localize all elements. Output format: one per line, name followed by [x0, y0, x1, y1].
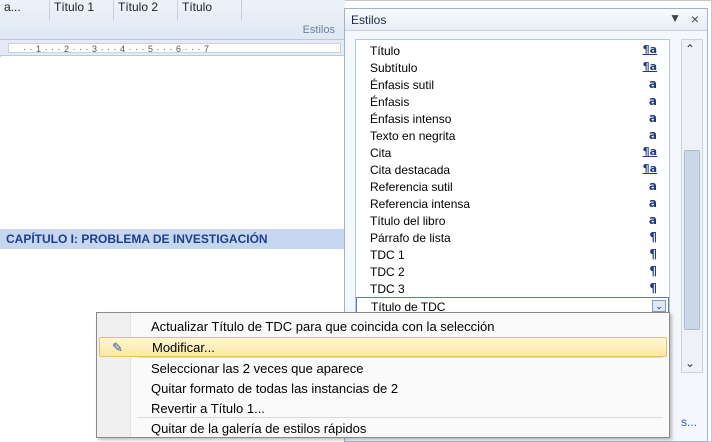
gallery-item-titulo-1[interactable]: Título 1 [50, 0, 114, 20]
ruler-marks: · · 1 · · · 2 · · · 3 · · · 4 · · · 5 · … [23, 44, 210, 54]
character-style-icon: a [648, 179, 657, 193]
close-icon[interactable]: × [691, 11, 699, 27]
style-item-label: Cita [370, 146, 392, 160]
menu-item[interactable]: Actualizar Título de TDC para que coinci… [99, 317, 667, 337]
style-item[interactable]: Referencia intensa a [356, 195, 669, 212]
style-item[interactable]: Texto en negrita a [356, 127, 669, 144]
character-style-icon: a [648, 94, 657, 108]
style-item[interactable]: TDC 3 ¶ [356, 280, 669, 297]
style-item[interactable]: Énfasis sutil a [356, 76, 669, 93]
style-item-label: Énfasis sutil [370, 78, 435, 92]
style-item-label: Referencia sutil [370, 180, 453, 194]
scroll-thumb[interactable] [684, 150, 700, 330]
style-item[interactable]: TDC 2 ¶ [356, 263, 669, 280]
character-style-icon: a [648, 111, 657, 125]
character-style-icon: a [648, 213, 657, 227]
horizontal-ruler[interactable]: · · 1 · · · 2 · · · 3 · · · 4 · · · 5 · … [0, 40, 345, 56]
style-item-label: Subtítulo [370, 61, 418, 75]
scroll-down-icon[interactable]: ⌄ [685, 356, 695, 370]
modify-icon: ✎ [112, 340, 123, 355]
style-item[interactable]: Énfasis a [356, 93, 669, 110]
linked-style-icon: ¶a [642, 145, 657, 158]
style-item-label: Título [370, 44, 401, 58]
character-style-icon: a [648, 128, 657, 142]
style-item[interactable]: Cita destacada ¶a [356, 161, 669, 178]
style-dropdown-button[interactable]: ⌄ [652, 300, 666, 312]
linked-style-icon: ¶a [642, 162, 657, 175]
menu-item-label: Quitar de la galería de estilos rápidos [151, 421, 367, 436]
menu-item[interactable]: Quitar de la galería de estilos rápidos [99, 419, 667, 439]
menu-separator [137, 357, 663, 358]
ribbon-group-label: Estilos [302, 24, 335, 36]
style-item-label: Cita destacada [370, 163, 451, 177]
style-item[interactable]: Referencia sutil a [356, 178, 669, 195]
style-item[interactable]: Subtítulo ¶a [356, 59, 669, 76]
gallery-item-1[interactable]: a... [0, 0, 50, 20]
menu-item-label: Seleccionar las 2 veces que aparece [151, 361, 364, 376]
pane-options-icon[interactable]: ▼ [669, 11, 681, 25]
styles-pane-title: Estilos [351, 13, 387, 27]
style-item[interactable]: Título del libro a [356, 212, 669, 229]
style-item-label: TDC 1 [370, 248, 405, 262]
selected-heading[interactable]: CAPÍTULO I: PROBLEMA DE INVESTIGACIÓN [0, 229, 345, 249]
ruler-bar: · · 1 · · · 2 · · · 3 · · · 4 · · · 5 · … [8, 43, 341, 54]
styles-scrollbar[interactable]: ⌃ ⌄ [681, 39, 703, 373]
style-item[interactable]: Énfasis intenso a [356, 110, 669, 127]
character-style-icon: a [648, 77, 657, 91]
paragraph-style-icon: ¶ [649, 247, 657, 261]
style-item[interactable]: Título ¶a [356, 42, 669, 59]
menu-item[interactable]: Seleccionar las 2 veces que aparece [99, 359, 667, 379]
menu-item-label: Actualizar Título de TDC para que coinci… [151, 319, 495, 334]
style-item-label: Referencia intensa [370, 197, 471, 211]
paragraph-style-icon: ¶ [649, 264, 657, 278]
style-item-label: Texto en negrita [370, 129, 456, 143]
menu-item-label: Revertir a Título 1... [151, 401, 265, 416]
styles-pane-header: Estilos ▼ × [345, 9, 707, 31]
ribbon: a... Título 1 Título 2 Título Estilos [0, 0, 345, 40]
style-item-label: TDC 3 [370, 282, 405, 296]
menu-item-label: Quitar formato de todas las instancias d… [151, 381, 399, 396]
gallery-item-titulo-2[interactable]: Título 2 [114, 0, 178, 20]
style-item[interactable]: Cita ¶a [356, 144, 669, 161]
menu-item[interactable]: Revertir a Título 1... [99, 399, 667, 419]
paragraph-style-icon: ¶ [649, 281, 657, 295]
paragraph-style-icon: ¶ [649, 230, 657, 244]
linked-style-icon: ¶a [642, 43, 657, 56]
scroll-up-icon[interactable]: ⌃ [685, 42, 695, 56]
style-item-label: Énfasis [370, 95, 410, 109]
style-item[interactable]: Párrafo de lista ¶ [356, 229, 669, 246]
linked-style-icon: ¶a [642, 60, 657, 73]
menu-item[interactable]: Quitar formato de todas las instancias d… [99, 379, 667, 399]
menu-item[interactable]: ✎ Modificar... [99, 337, 667, 357]
style-item-label: Énfasis intenso [370, 112, 452, 126]
gallery-item-titulo[interactable]: Título [178, 0, 242, 20]
quick-styles-gallery: a... Título 1 Título 2 Título [0, 0, 242, 20]
options-link[interactable]: s... [681, 415, 697, 429]
menu-separator [137, 417, 663, 418]
menu-item-label: Modificar... [152, 340, 215, 355]
style-item-label: Título del libro [370, 214, 446, 228]
context-menu: Actualizar Título de TDC para que coinci… [96, 312, 670, 438]
style-item-label: TDC 2 [370, 265, 405, 279]
style-item-label: Párrafo de lista [370, 231, 451, 245]
character-style-icon: a [648, 196, 657, 210]
style-item[interactable]: TDC 1 ¶ [356, 246, 669, 263]
